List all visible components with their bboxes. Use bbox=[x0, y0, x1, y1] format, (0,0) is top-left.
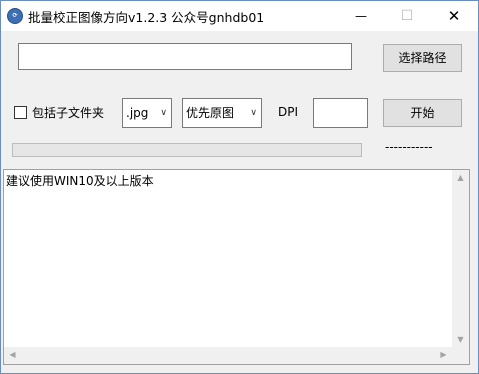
include-subfolders-checkbox[interactable] bbox=[14, 106, 27, 119]
window-title: 批量校正图像方向v1.2.3 公众号gnhdb01 bbox=[28, 10, 265, 25]
title-bar[interactable]: ⟳ 批量校正图像方向v1.2.3 公众号gnhdb01 — ☐ ✕ bbox=[1, 1, 478, 31]
vertical-scrollbar[interactable]: ▲ ▼ bbox=[452, 170, 469, 347]
start-button[interactable]: 开始 bbox=[383, 99, 462, 127]
mode-select[interactable]: 优先原图 ∨ bbox=[182, 98, 262, 128]
scroll-right-icon[interactable]: ▶ bbox=[435, 350, 452, 359]
scroll-down-icon[interactable]: ▼ bbox=[452, 335, 469, 344]
select-path-button[interactable]: 选择路径 bbox=[383, 44, 462, 72]
maximize-button[interactable]: ☐ bbox=[384, 1, 430, 31]
log-textarea[interactable]: 建议使用WIN10及以上版本 ▲ ▼ ◀ ▶ bbox=[3, 169, 470, 365]
include-subfolders-label[interactable]: 包括子文件夹 bbox=[32, 104, 104, 121]
scroll-up-icon[interactable]: ▲ bbox=[452, 173, 469, 182]
dpi-input[interactable] bbox=[313, 98, 368, 128]
scrollbar-corner bbox=[452, 347, 469, 364]
chevron-down-icon: ∨ bbox=[250, 108, 257, 118]
path-input[interactable] bbox=[18, 43, 352, 70]
horizontal-scrollbar[interactable]: ◀ ▶ bbox=[4, 347, 452, 364]
app-logo-icon: ⟳ bbox=[7, 8, 23, 24]
app-window: ⟳ 批量校正图像方向v1.2.3 公众号gnhdb01 — ☐ ✕ 选择路径 包… bbox=[0, 0, 479, 374]
status-text: ----------- bbox=[385, 140, 433, 154]
chevron-down-icon: ∨ bbox=[160, 108, 167, 118]
extension-select[interactable]: .jpg ∨ bbox=[122, 98, 172, 128]
close-button[interactable]: ✕ bbox=[431, 1, 477, 31]
minimize-button[interactable]: — bbox=[338, 1, 384, 31]
dpi-label: DPI bbox=[278, 105, 299, 119]
log-text: 建议使用WIN10及以上版本 bbox=[6, 174, 154, 188]
progress-bar bbox=[12, 143, 362, 157]
mode-select-value: 优先原图 bbox=[186, 106, 235, 120]
extension-select-value: .jpg bbox=[126, 106, 149, 120]
scroll-left-icon[interactable]: ◀ bbox=[4, 350, 21, 359]
